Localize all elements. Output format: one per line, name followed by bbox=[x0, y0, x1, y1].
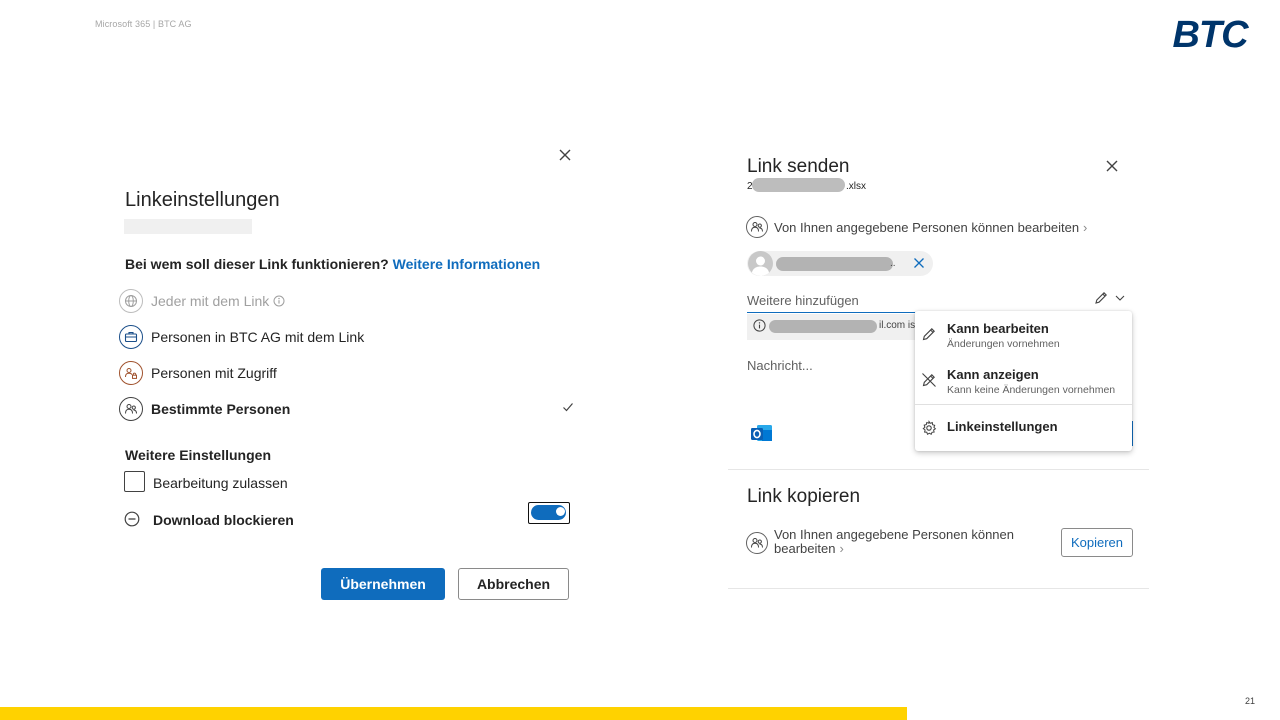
chevron-right-icon: › bbox=[839, 541, 844, 556]
redacted-file-name bbox=[752, 178, 845, 192]
footer-accent-bar bbox=[0, 707, 907, 720]
add-recipients-input[interactable] bbox=[747, 289, 915, 313]
message-input[interactable] bbox=[747, 358, 907, 373]
people-lock-icon bbox=[119, 361, 143, 385]
globe-icon bbox=[119, 289, 143, 313]
remove-recipient-icon[interactable] bbox=[912, 256, 926, 270]
menu-separator bbox=[915, 404, 1132, 405]
option-existing-access-label: Personen mit Zugriff bbox=[151, 365, 277, 381]
people-icon bbox=[746, 532, 768, 554]
btc-logo-text: BTC bbox=[1172, 14, 1249, 54]
audience-question-text: Bei wem soll dieser Link funktionieren? bbox=[125, 256, 389, 272]
menu-item-can-edit[interactable]: Kann bearbeiten Änderungen vornehmen bbox=[915, 321, 1132, 350]
recipient-name-suffix: .. bbox=[890, 258, 896, 269]
menu-item-subtitle: Änderungen vornehmen bbox=[947, 338, 1060, 350]
page-number: 21 bbox=[1245, 696, 1256, 706]
redacted-subtitle bbox=[124, 219, 252, 234]
copy-link-permission-selector[interactable]: Von Ihnen angegebene Personen können bea… bbox=[746, 528, 1014, 556]
more-info-link[interactable]: Weitere Informationen bbox=[393, 256, 541, 272]
close-icon[interactable] bbox=[1103, 157, 1121, 175]
briefcase-icon bbox=[119, 325, 143, 349]
menu-item-title: Kann bearbeiten bbox=[947, 321, 1049, 336]
outlook-icon[interactable] bbox=[750, 423, 773, 444]
option-specific-people-label: Bestimmte Personen bbox=[151, 401, 291, 417]
apply-button[interactable]: Übernehmen bbox=[321, 568, 445, 600]
copy-link-permission-label: Von Ihnen angegebene Personen können bea… bbox=[774, 527, 1014, 556]
btc-logo: BTC bbox=[1172, 14, 1250, 54]
menu-item-link-settings[interactable]: Linkeinstellungen bbox=[915, 419, 1132, 436]
copy-link-permission-text: Von Ihnen angegebene Personen können bea… bbox=[774, 528, 1014, 556]
people-icon bbox=[746, 216, 768, 238]
section-divider bbox=[728, 588, 1149, 589]
menu-item-title: Kann anzeigen bbox=[947, 367, 1039, 382]
chevron-right-icon: › bbox=[1083, 219, 1088, 235]
option-org[interactable]: Personen in BTC AG mit dem Link bbox=[119, 324, 579, 350]
redacted-recipient-name bbox=[776, 257, 893, 271]
more-settings-heading: Weitere Einstellungen bbox=[125, 447, 271, 463]
toggle-knob bbox=[556, 507, 565, 516]
block-download-label: Download blockieren bbox=[153, 512, 294, 528]
link-permission-selector[interactable]: Von Ihnen angegebene Personen können bea… bbox=[746, 216, 1087, 238]
cancel-button[interactable]: Abbrechen bbox=[458, 568, 569, 600]
link-permission-text: Von Ihnen angegebene Personen können bea… bbox=[774, 219, 1080, 235]
gear-icon bbox=[922, 420, 937, 436]
redacted-suggestion-email bbox=[769, 320, 877, 333]
copy-button[interactable]: Kopieren bbox=[1061, 528, 1133, 557]
copy-link-title: Link kopieren bbox=[747, 486, 861, 507]
people-icon bbox=[119, 397, 143, 421]
avatar bbox=[748, 251, 773, 276]
menu-item-subtitle: Kann keine Änderungen vornehmen bbox=[947, 384, 1116, 396]
option-existing-access[interactable]: Personen mit Zugriff bbox=[119, 360, 579, 386]
send-link-title: Link senden bbox=[747, 156, 850, 177]
audience-question: Bei wem soll dieser Link funktionieren? … bbox=[125, 256, 540, 272]
option-specific-people[interactable]: Bestimmte Personen bbox=[119, 396, 579, 422]
info-icon bbox=[753, 319, 766, 332]
info-icon[interactable] bbox=[273, 295, 285, 307]
option-anyone[interactable]: Jeder mit dem Link bbox=[119, 288, 579, 314]
pencil-icon[interactable] bbox=[1093, 290, 1109, 306]
allow-edit-checkbox[interactable] bbox=[124, 471, 145, 492]
menu-item-can-view[interactable]: Kann anzeigen Kann keine Änderungen vorn… bbox=[915, 367, 1132, 396]
allow-edit-label: Bearbeitung zulassen bbox=[153, 475, 288, 491]
section-divider bbox=[728, 469, 1149, 470]
menu-item-title: Linkeinstellungen bbox=[947, 419, 1058, 434]
file-extension: .xlsx bbox=[846, 181, 866, 192]
option-anyone-label: Jeder mit dem Link bbox=[151, 293, 270, 309]
suggestion-email-suffix: il.com is bbox=[879, 320, 916, 331]
chevron-down-icon[interactable] bbox=[1114, 292, 1126, 304]
pencil-off-icon bbox=[922, 373, 936, 387]
permission-menu: Kann bearbeiten Änderungen vornehmen Kan… bbox=[915, 311, 1132, 451]
dialog-title: Linkeinstellungen bbox=[125, 189, 280, 211]
option-org-label: Personen in BTC AG mit dem Link bbox=[151, 329, 365, 345]
pencil-icon bbox=[922, 328, 935, 341]
block-download-icon bbox=[124, 511, 140, 527]
block-download-toggle[interactable] bbox=[528, 502, 570, 524]
close-icon[interactable] bbox=[556, 146, 574, 164]
slide-header-text: Microsoft 365 | BTC AG bbox=[95, 19, 192, 29]
checkmark-icon bbox=[563, 403, 573, 412]
